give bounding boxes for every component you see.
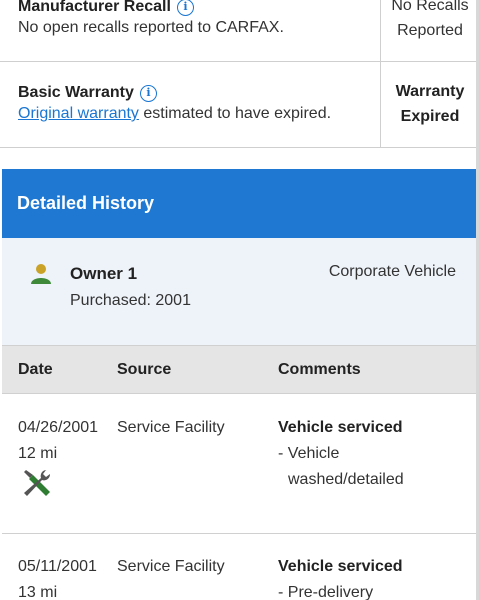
warranty-status-line1: Warranty	[395, 83, 465, 100]
recall-title: Manufacturer Recall	[18, 0, 171, 15]
warranty-title: Basic Warranty	[18, 84, 134, 101]
recall-title-line: Manufacturer Recall i	[18, 0, 284, 16]
record-mileage: 13 mi	[18, 584, 58, 600]
history-table-header: Date Source Comments	[2, 345, 476, 394]
record-comments: Vehicle serviced - Vehicle washed/detail…	[278, 415, 404, 493]
warranty-summary-row: Basic Warranty i Original warranty estim…	[0, 62, 479, 148]
history-record: 05/11/2001 13 mi Service Facility Vehicl…	[2, 534, 476, 600]
original-warranty-link[interactable]: Original warranty	[18, 105, 139, 122]
warranty-description-rest: estimated to have expired.	[138, 105, 332, 122]
column-source: Source	[117, 361, 172, 378]
info-icon[interactable]: i	[176, 0, 194, 16]
person-icon	[31, 264, 51, 284]
record-source: Service Facility	[117, 419, 225, 436]
history-record: 04/26/2001 12 mi Service Facility Vehicl…	[2, 394, 476, 534]
column-date: Date	[18, 361, 53, 378]
record-date-cell: 05/11/2001 13 mi	[18, 554, 97, 600]
recall-status: No Recalls Reported	[380, 0, 479, 61]
warranty-description: Original warranty estimated to have expi…	[18, 105, 331, 123]
record-comment-line1: - Vehicle	[278, 445, 340, 462]
recall-summary-row: Manufacturer Recall i No open recalls re…	[0, 0, 479, 62]
warranty-status-line2: Expired	[400, 108, 460, 125]
detailed-history-title: Detailed History	[17, 193, 155, 213]
info-icon[interactable]: i	[139, 84, 157, 102]
recall-status-line1: No Recalls	[391, 0, 469, 14]
record-comments: Vehicle serviced - Pre-delivery	[278, 554, 403, 600]
detailed-history-header: Detailed History	[2, 169, 476, 238]
owner-type: Corporate Vehicle	[328, 263, 456, 280]
record-date: 04/26/2001	[18, 419, 99, 436]
wrench-screwdriver-icon	[24, 469, 51, 496]
record-source: Service Facility	[117, 558, 225, 575]
owner-name: Owner 1	[70, 264, 138, 283]
record-comment-line2: washed/detailed	[288, 471, 404, 488]
record-date-cell: 04/26/2001 12 mi	[18, 415, 98, 467]
owner-block: Owner 1 Corporate Vehicle Purchased: 200…	[2, 238, 476, 345]
record-comment-title: Vehicle serviced	[278, 419, 403, 436]
recall-status-line2: Reported	[397, 22, 463, 39]
warranty-status: Warranty Expired	[380, 62, 479, 147]
column-comments: Comments	[278, 361, 361, 378]
recall-description: No open recalls reported to CARFAX.	[18, 19, 284, 36]
record-comment-line1: - Pre-delivery	[278, 584, 374, 600]
record-date: 05/11/2001	[18, 558, 97, 575]
warranty-title-line: Basic Warranty i	[18, 84, 331, 102]
record-comment-title: Vehicle serviced	[278, 558, 403, 575]
owner-purchased: Purchased: 2001	[70, 292, 191, 309]
record-mileage: 12 mi	[18, 445, 58, 462]
